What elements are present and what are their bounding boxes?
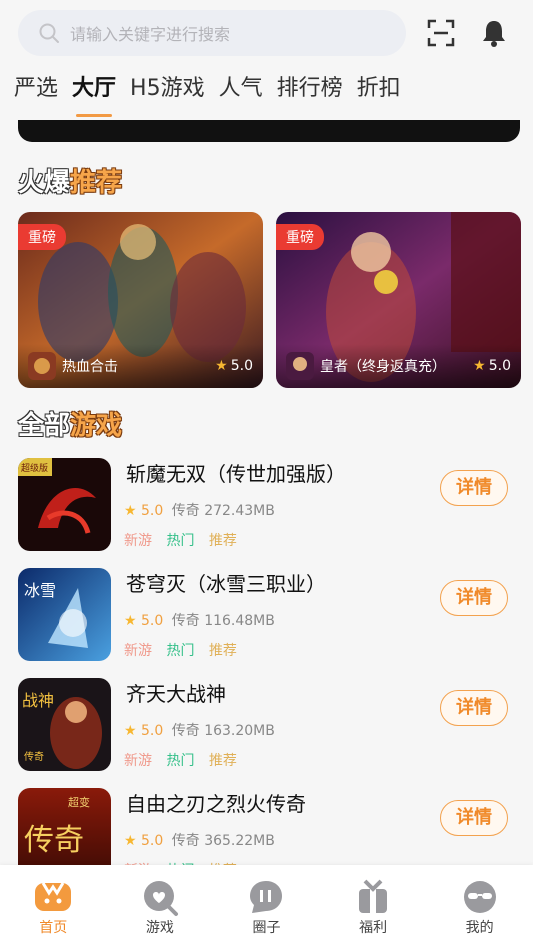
cover-subtext: 传奇 [24,750,44,763]
game-size: 116.48MB [204,613,275,629]
bell-icon[interactable] [480,18,508,48]
game-thumbnail [286,352,314,380]
label-hot: 热门 [166,643,195,659]
game-meta: ★ 5.0 传奇 116.48MB [124,610,275,630]
game-genre: 传奇 [171,723,200,739]
nav-circle[interactable]: 圈子 [213,865,320,945]
game-cover: 超级版 [18,458,111,551]
star-icon: ★ [124,723,137,739]
game-score: 5.0 [141,503,164,519]
nav-label: 游戏 [145,920,174,936]
search-placeholder: 请输入关键字进行搜索 [70,25,231,44]
game-list-item[interactable]: 战神 传奇 齐天大战神 ★ 5.0 传奇 163.20MB 新游 热门 推荐 详… [18,678,518,778]
game-list-item[interactable]: 冰雪 苍穹灭（冰雪三职业） ★ 5.0 传奇 116.48MB 新游 热门 推荐… [18,568,518,668]
game-labels: 新游 热门 推荐 [124,640,247,660]
detail-button[interactable]: 详情 [440,470,508,506]
recommend-card[interactable]: 重磅 热血合击 ★ 5.0 [18,212,263,388]
detail-button[interactable]: 详情 [440,580,508,616]
star-icon: ★ [124,833,137,849]
nav-label: 福利 [359,920,388,936]
cover-badge-text: 超级版 [21,462,48,474]
label-recommend: 推荐 [208,643,237,659]
section-title-all: 全部游戏 [18,411,123,441]
gift-icon [359,879,388,913]
tab-popular[interactable]: 人气 [219,72,263,112]
recommend-card[interactable]: 重磅 皇者（终身返真充） ★ 5.0 [276,212,521,388]
nav-label: 圈子 [252,920,281,936]
game-title: 齐天大战神 [126,682,226,706]
game-genre: 传奇 [171,503,200,519]
label-new: 新游 [124,533,152,549]
star-icon: ★ [473,358,486,374]
game-size: 163.20MB [204,723,275,739]
game-score: 5.0 [230,358,253,374]
label-hot: 热门 [166,533,195,549]
game-labels: 新游 热门 推荐 [124,750,247,770]
label-recommend: 推荐 [208,533,237,549]
game-thumbnail [28,352,56,380]
game-genre: 传奇 [171,613,200,629]
game-cover: 冰雪 [18,568,111,661]
label-new: 新游 [124,753,152,769]
star-icon: ★ [124,503,137,519]
game-name: 热血合击 [62,359,118,375]
star-icon: ★ [124,613,137,629]
game-score: 5.0 [141,833,164,849]
game-meta: ★ 5.0 传奇 365.22MB [124,830,275,850]
game-score: 5.0 [141,723,164,739]
section-title-hot: 火爆推荐 [18,168,123,198]
game-meta: ★ 5.0 传奇 272.43MB [124,500,275,520]
detail-button[interactable]: 详情 [440,800,508,836]
game-title: 斩魔无双（传世加强版） [126,462,346,486]
tag-badge: 重磅 [276,224,324,250]
tab-lobby[interactable]: 大厅 [72,72,116,117]
profile-icon [463,881,496,913]
game-score: 5.0 [141,613,164,629]
tag-badge: 重磅 [18,224,66,250]
home-game-icon [35,882,72,911]
cover-text: 战神 [22,691,54,710]
game-name: 皇者（终身返真充） [320,359,446,375]
tab-ranking[interactable]: 排行榜 [277,72,343,112]
tab-yanxuan[interactable]: 严选 [14,72,58,112]
circle-chat-icon [250,881,283,913]
game-cover: 战神 传奇 [18,678,111,771]
game-list-item[interactable]: 超级版 斩魔无双（传世加强版） ★ 5.0 传奇 272.43MB 新游 热门 … [18,458,518,558]
game-size: 365.22MB [204,833,275,849]
nav-mine[interactable]: 我的 [426,865,533,945]
cover-subtext: 超变 [68,795,90,809]
game-meta: ★ 5.0 传奇 163.20MB [124,720,275,740]
search-icon [39,23,59,43]
label-hot: 热门 [166,753,195,769]
star-icon: ★ [215,358,228,374]
category-tabs: 严选 大厅 H5游戏 人气 排行榜 折扣 [14,72,415,117]
card-footer: 热血合击 ★ 5.0 [18,344,263,388]
label-recommend: 推荐 [208,753,237,769]
game-search-icon [143,881,178,916]
nav-label: 我的 [465,920,494,936]
scan-icon[interactable] [426,18,456,48]
search-input[interactable]: 请输入关键字进行搜索 [18,10,406,56]
cover-text: 传奇 [24,823,84,858]
game-labels: 新游 热门 推荐 [124,530,247,550]
game-size: 272.43MB [204,503,275,519]
cover-text: 冰雪 [24,581,56,600]
nav-games[interactable]: 游戏 [107,865,214,945]
game-title: 苍穹灭（冰雪三职业） [126,572,326,596]
game-score: 5.0 [488,358,511,374]
banner-carousel[interactable] [18,120,520,142]
tab-h5-games[interactable]: H5游戏 [130,72,205,112]
tab-discount[interactable]: 折扣 [357,72,401,112]
game-genre: 传奇 [171,833,200,849]
nav-label: 首页 [39,920,68,936]
bottom-nav: 首页 游戏 圈子 福利 我的 [0,865,533,945]
nav-home[interactable]: 首页 [0,865,107,945]
nav-welfare[interactable]: 福利 [320,865,427,945]
detail-button[interactable]: 详情 [440,690,508,726]
game-title: 自由之刃之烈火传奇 [126,792,306,816]
label-new: 新游 [124,643,152,659]
top-bar: 请输入关键字进行搜索 [0,0,533,64]
card-footer: 皇者（终身返真充） ★ 5.0 [276,344,521,388]
